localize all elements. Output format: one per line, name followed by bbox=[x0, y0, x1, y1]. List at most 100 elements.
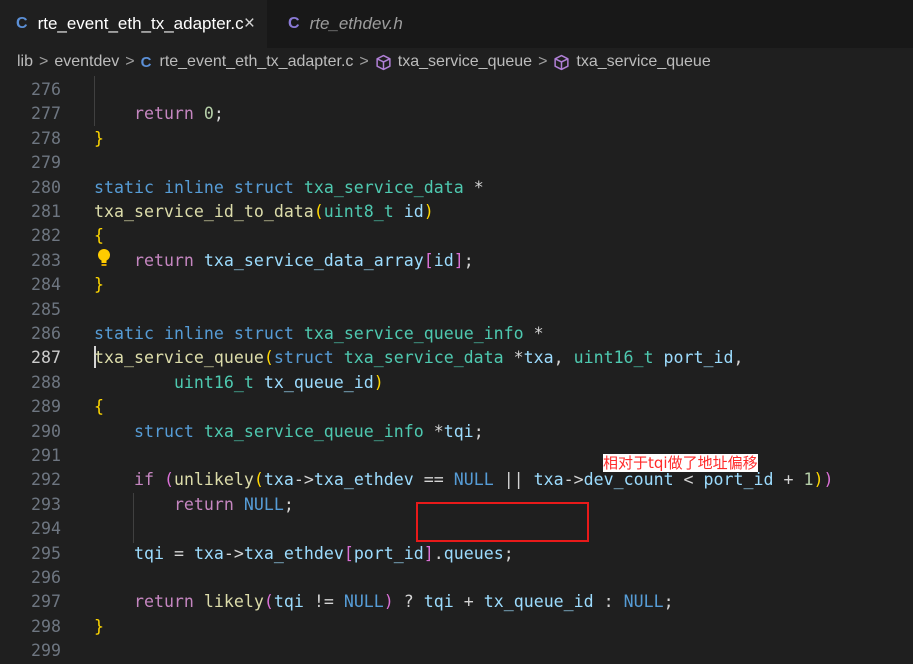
code-token: txa_service_id_to_data bbox=[94, 202, 314, 221]
code-line[interactable]: 286 static inline struct txa_service_queu… bbox=[0, 322, 913, 346]
code-token: tx_queue_id bbox=[483, 592, 594, 612]
code-line[interactable]: 298} bbox=[0, 615, 913, 639]
breadcrumb-file-label: rte_event_eth_tx_adapter.c bbox=[159, 53, 354, 70]
code-token: { bbox=[94, 397, 104, 417]
code-token: inline bbox=[163, 177, 224, 197]
code-line[interactable]: 289 { bbox=[0, 395, 913, 419]
code-token: inline bbox=[163, 324, 224, 343]
line-number: 285 bbox=[31, 299, 61, 319]
line-number: 277 bbox=[31, 104, 61, 124]
line-number: 292 bbox=[31, 470, 61, 490]
code-token: || bbox=[493, 470, 534, 490]
breadcrumb-symbol-2[interactable]: txa_service_queue bbox=[553, 53, 711, 71]
line-code: return 0; bbox=[94, 102, 224, 126]
code-token: 0 bbox=[203, 104, 214, 124]
code-line[interactable]: 281 txa_service_id_to_data(uint8_t id) bbox=[0, 200, 913, 224]
line-number: 281 bbox=[31, 202, 61, 221]
code-token: -> bbox=[563, 470, 584, 490]
code-token: ) bbox=[373, 372, 384, 392]
line-code: } bbox=[94, 273, 104, 297]
code-line[interactable]: 284} bbox=[0, 273, 913, 297]
line-number: 294 bbox=[31, 519, 61, 539]
tab-rte-ethdev-h[interactable]: C rte_ethdev.h bbox=[268, 0, 403, 48]
code-token: NULL bbox=[453, 470, 494, 490]
code-token: return bbox=[133, 592, 194, 612]
chevron-right-icon: > bbox=[39, 53, 49, 70]
line-number: 284 bbox=[31, 275, 61, 295]
line-code: uint16_t tx_queue_id) bbox=[94, 371, 384, 395]
code-token: static bbox=[94, 177, 154, 197]
code-line[interactable]: 282 { bbox=[0, 224, 913, 248]
chevron-right-icon: > bbox=[359, 53, 369, 70]
line-number: 297 bbox=[31, 592, 61, 612]
code-token: + bbox=[453, 592, 484, 612]
code-line[interactable]: 280 static inline struct txa_service_data… bbox=[0, 176, 913, 200]
line-code: { bbox=[94, 395, 104, 419]
code-token: } bbox=[94, 616, 104, 636]
code-token: ] bbox=[423, 543, 434, 563]
lightbulb-icon[interactable] bbox=[97, 248, 111, 268]
code-token: txa_service_queue_info bbox=[303, 324, 524, 343]
code-token: port_id bbox=[703, 470, 774, 490]
breadcrumb-symbol-label: txa_service_queue bbox=[576, 53, 711, 70]
code-line[interactable]: 287 txa_service_queue(struct txa_service_… bbox=[0, 346, 913, 370]
code-line[interactable]: 295 tqi = txa->txa_ethdev[port_id].queue… bbox=[0, 542, 913, 566]
code-token: return bbox=[173, 494, 234, 514]
annotation-note: 相对于tqi做了地址偏移 bbox=[603, 454, 793, 472]
code-line[interactable]: 292 if (unlikely(txa->txa_ethdev == NULL… bbox=[0, 468, 913, 492]
code-token: -> bbox=[293, 470, 314, 490]
line-number: 286 bbox=[31, 324, 61, 343]
code-token: struct bbox=[233, 177, 294, 197]
line-number: 288 bbox=[31, 372, 61, 392]
code-line[interactable]: 278} bbox=[0, 127, 913, 151]
code-line[interactable]: 285 bbox=[0, 298, 913, 322]
code-token: unlikely bbox=[173, 470, 254, 490]
breadcrumb-file[interactable]: C rte_event_eth_tx_adapter.c bbox=[141, 53, 354, 71]
code-line[interactable]: 276 bbox=[0, 78, 913, 102]
code-token: tqi bbox=[423, 592, 454, 612]
code-line[interactable]: 288 uint16_t tx_queue_id) bbox=[0, 371, 913, 395]
code-token: ( bbox=[163, 470, 174, 490]
annotation-text: 相对于tqi做了地址偏移 bbox=[603, 454, 758, 472]
breadcrumb-eventdev[interactable]: eventdev bbox=[54, 53, 119, 71]
code-token: queues bbox=[443, 543, 504, 563]
code-line[interactable]: 290 struct txa_service_queue_info *tqi; bbox=[0, 420, 913, 444]
c-file-icon: C bbox=[16, 15, 28, 32]
code-token: uint16_t bbox=[573, 348, 654, 368]
code-token: txa_service_queue_info bbox=[203, 421, 424, 441]
line-number: 295 bbox=[31, 543, 61, 563]
code-line[interactable]: 299 bbox=[0, 639, 913, 663]
code-line[interactable]: 283 return txa_service_data_array[id]; bbox=[0, 249, 913, 273]
code-token: ) bbox=[813, 470, 824, 490]
breadcrumb-lib[interactable]: lib bbox=[17, 53, 33, 71]
code-line[interactable]: 279 bbox=[0, 151, 913, 175]
code-token: txa_service_data bbox=[343, 348, 504, 368]
code-editor[interactable]: 276 277 return 0; 278} 279 280 static inline … bbox=[0, 76, 913, 660]
code-token: id bbox=[403, 202, 424, 221]
code-token: static bbox=[94, 324, 154, 343]
line-code: return likely(tqi != NULL) ? tqi + tx_qu… bbox=[94, 590, 674, 614]
code-token: likely bbox=[203, 592, 264, 612]
code-token: = bbox=[163, 543, 194, 563]
line-code: static inline struct txa_service_queue_i… bbox=[94, 322, 544, 346]
line-code: } bbox=[94, 127, 104, 151]
tab-rte-event-eth-tx-adapter-c[interactable]: C rte_event_eth_tx_adapter.c × bbox=[0, 0, 267, 48]
close-icon[interactable]: × bbox=[244, 13, 255, 35]
code-token: return bbox=[133, 250, 194, 270]
code-line[interactable]: 297 return likely(tqi != NULL) ? tqi + t… bbox=[0, 590, 913, 614]
code-token: ] bbox=[453, 250, 464, 270]
code-token: txa bbox=[533, 470, 564, 490]
code-line[interactable]: 277 return 0; bbox=[0, 102, 913, 126]
breadcrumb: lib > eventdev > C rte_event_eth_tx_adap… bbox=[0, 48, 913, 76]
line-number: 299 bbox=[31, 641, 61, 661]
code-token: * bbox=[463, 177, 484, 197]
code-line[interactable]: 296 bbox=[0, 566, 913, 590]
code-token: txa bbox=[263, 470, 294, 490]
breadcrumb-symbol-1[interactable]: txa_service_queue bbox=[375, 53, 532, 71]
